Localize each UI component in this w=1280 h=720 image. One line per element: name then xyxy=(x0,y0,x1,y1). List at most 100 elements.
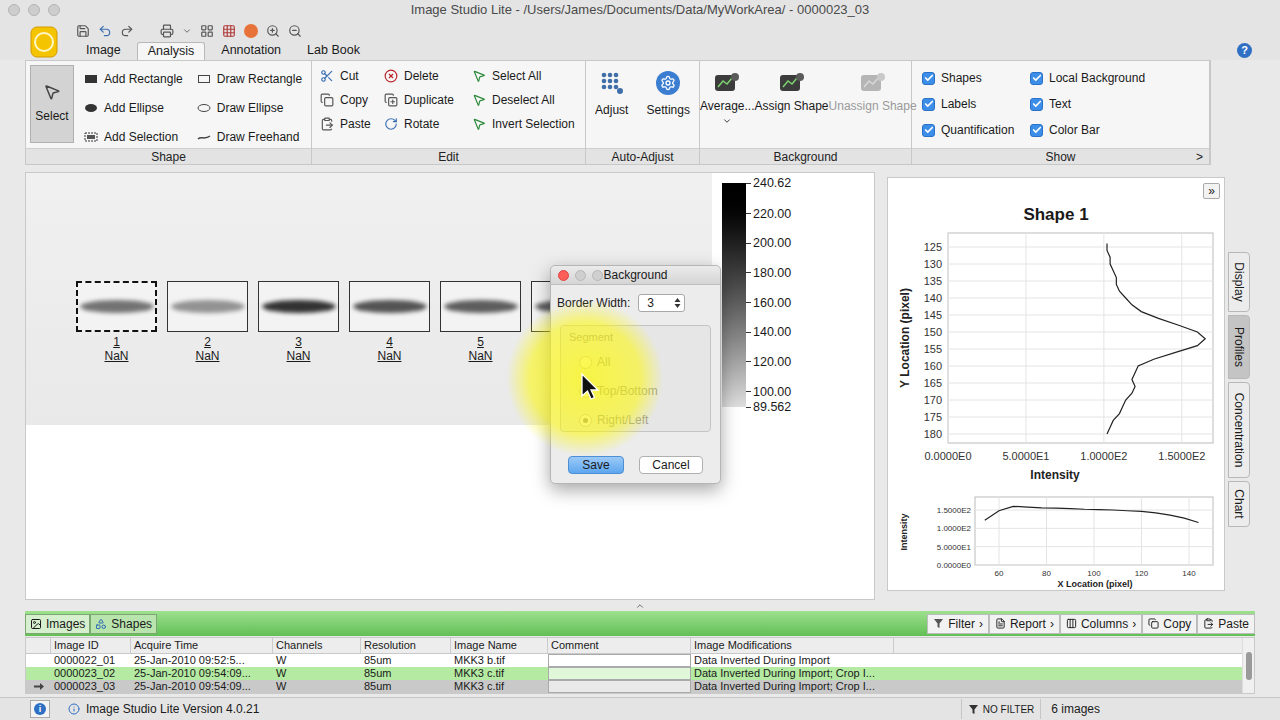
side-tab[interactable]: Chart xyxy=(1228,481,1250,527)
edit-tool[interactable]: Delete xyxy=(384,67,472,85)
svg-text:135: 135 xyxy=(924,275,942,287)
shape-tool[interactable]: Draw Rectangle xyxy=(197,67,302,90)
dropdown-icon[interactable] xyxy=(182,26,192,36)
column-header[interactable]: Channels xyxy=(273,638,361,653)
shape-tool[interactable]: Add Rectangle xyxy=(84,67,183,90)
edit-tool[interactable]: Duplicate xyxy=(384,91,472,109)
panel-action[interactable]: Paste xyxy=(1197,614,1255,634)
redo-icon[interactable] xyxy=(120,24,134,38)
svg-text:0.0000E0: 0.0000E0 xyxy=(924,450,971,462)
lane-shape[interactable]: 4NaN xyxy=(349,281,430,425)
edit-tool[interactable]: Paste xyxy=(320,115,384,133)
panel-tab[interactable]: Shapes xyxy=(90,614,157,634)
edit-tool[interactable]: Select All xyxy=(472,67,585,85)
edit-tool[interactable]: Invert Selection xyxy=(472,115,585,133)
show-option[interactable]: Text xyxy=(1030,95,1209,113)
dialog-button[interactable]: Save xyxy=(568,456,624,474)
background-button[interactable]: Assign Shape xyxy=(754,71,828,126)
close-button[interactable] xyxy=(558,270,569,281)
window-control[interactable] xyxy=(28,4,40,16)
checkbox[interactable] xyxy=(1030,98,1043,111)
column-header[interactable]: Image Modifications xyxy=(691,638,894,653)
show-option[interactable]: Color Bar xyxy=(1030,121,1209,139)
window-control[interactable] xyxy=(592,270,603,281)
color-icon[interactable] xyxy=(244,24,258,38)
background-shape-icon xyxy=(778,71,806,95)
auto-adjust-button[interactable]: Settings xyxy=(647,71,690,119)
menu-tab[interactable]: Image xyxy=(76,42,131,60)
spinner-arrows-icon xyxy=(674,297,681,309)
window-control[interactable] xyxy=(8,4,20,16)
show-option[interactable]: Quantification xyxy=(922,121,1030,139)
side-tab[interactable]: Display xyxy=(1228,252,1250,312)
lane-shape[interactable]: 1NaN xyxy=(76,281,157,425)
column-header[interactable]: Image Name xyxy=(451,638,548,653)
dialog-button[interactable]: Cancel xyxy=(639,456,703,474)
show-option[interactable]: Labels xyxy=(922,95,1030,113)
expand-button[interactable]: » xyxy=(1203,183,1220,199)
menu-tab[interactable]: Analysis xyxy=(137,42,206,60)
column-header[interactable]: Resolution xyxy=(361,638,451,653)
shape-tool[interactable]: Draw Freehand xyxy=(197,125,302,148)
lane-shape[interactable]: 2NaN xyxy=(167,281,248,425)
undo-icon[interactable] xyxy=(98,24,112,38)
edit-tool[interactable]: Rotate xyxy=(384,115,472,133)
info-button[interactable]: i xyxy=(30,700,50,718)
window-control[interactable] xyxy=(575,270,586,281)
background-button[interactable]: Average... xyxy=(700,71,754,126)
zoom-out-icon[interactable] xyxy=(288,24,302,38)
shape-tool[interactable]: Add Ellipse xyxy=(84,96,183,119)
panel-action[interactable]: Columns› xyxy=(1060,614,1142,634)
column-header[interactable]: Image ID xyxy=(51,638,131,653)
checkbox[interactable] xyxy=(922,124,935,137)
edit-tool[interactable]: Cut xyxy=(320,67,384,85)
checkbox[interactable] xyxy=(922,98,935,111)
help-button[interactable]: ? xyxy=(1237,43,1252,58)
checkbox[interactable] xyxy=(1030,72,1043,85)
table-row[interactable]: 0000023_0325-Jan-2010 09:54:09...W85umMK… xyxy=(26,680,1242,693)
table-row[interactable]: 0000023_0225-Jan-2010 09:54:09...W85umMK… xyxy=(26,667,1242,680)
panel-action[interactable]: Copy xyxy=(1142,614,1197,634)
dropdown-icon[interactable] xyxy=(722,116,732,126)
shape-tool[interactable]: Add Selection xyxy=(84,125,183,148)
lane-shape[interactable]: 5NaN xyxy=(440,281,521,425)
table-row[interactable]: 0000022_0125-Jan-2010 09:52:5...W85umMKK… xyxy=(26,654,1242,667)
auto-adjust-button[interactable]: Adjust xyxy=(595,71,628,119)
edit-tool[interactable]: Deselect All xyxy=(472,91,585,109)
lane-shape[interactable]: 3NaN xyxy=(258,281,339,425)
edit-tool[interactable]: Copy xyxy=(320,91,384,109)
side-tab[interactable]: Concentration xyxy=(1228,382,1250,478)
svg-text:1.0000E2: 1.0000E2 xyxy=(1080,450,1127,462)
ribbon-group: Select Add Rectangle Add Ellipse Add Select… xyxy=(26,61,312,164)
checkbox[interactable] xyxy=(1030,124,1043,137)
layout-icon[interactable] xyxy=(200,24,214,38)
show-option[interactable]: Local Background xyxy=(1030,69,1209,87)
show-option[interactable]: Shapes xyxy=(922,69,1030,87)
checkbox[interactable] xyxy=(922,72,935,85)
side-tab[interactable]: Profiles xyxy=(1228,315,1250,379)
select-button[interactable]: Select xyxy=(30,65,74,143)
filter-status[interactable]: NO FILTER xyxy=(961,699,1041,719)
save-icon[interactable] xyxy=(76,24,90,38)
window-control[interactable] xyxy=(48,4,60,16)
more-button[interactable]: > xyxy=(1196,148,1203,166)
images-table: Image IDAcquire TimeChannelsResolutionIm… xyxy=(25,637,1255,694)
panel-action[interactable]: Filter› xyxy=(927,614,989,634)
column-header[interactable]: Acquire Time xyxy=(131,638,273,653)
column-header[interactable]: Comment xyxy=(548,638,691,653)
settings-icon xyxy=(656,71,680,95)
menu-tab[interactable]: Annotation xyxy=(211,42,291,60)
scrollbar[interactable] xyxy=(1242,638,1254,693)
splitter-icon[interactable] xyxy=(635,601,645,611)
menu-tab[interactable]: Lab Book xyxy=(297,42,370,60)
zoom-in-icon[interactable] xyxy=(266,24,280,38)
shape-tool[interactable]: Draw Ellipse xyxy=(197,96,302,119)
grid-icon[interactable] xyxy=(222,24,236,38)
panel-action[interactable]: Report› xyxy=(989,614,1060,634)
border-width-spinner[interactable]: 3 xyxy=(638,294,685,312)
svg-text:165: 165 xyxy=(924,377,942,389)
pointer-icon xyxy=(472,69,486,83)
panel-tab[interactable]: Images xyxy=(25,614,90,634)
print-icon[interactable] xyxy=(160,24,174,38)
group-title: Auto-Adjust xyxy=(611,148,673,166)
